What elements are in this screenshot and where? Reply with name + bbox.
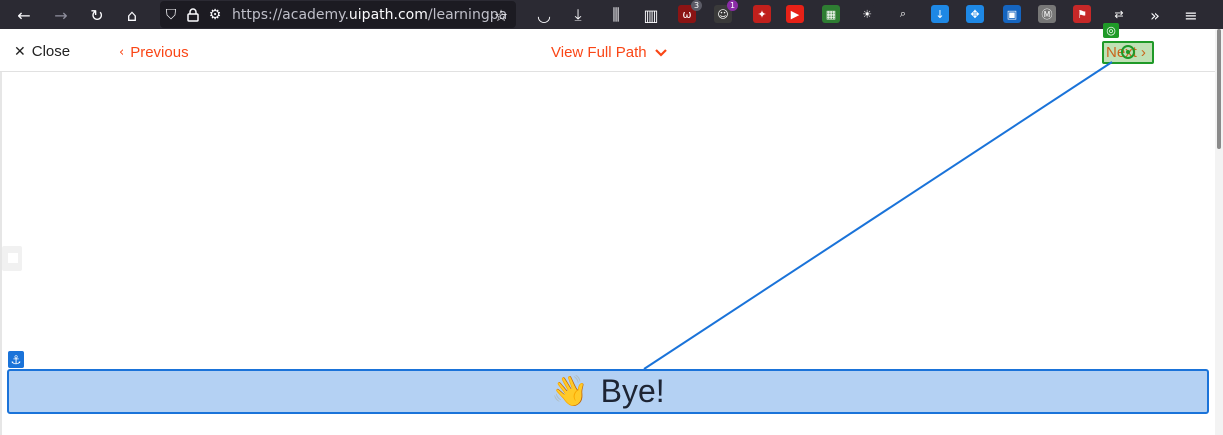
course-nav-bar: ✕ Close ‹ Previous View Full Path Next › [0, 34, 1215, 72]
back-icon[interactable]: ← [13, 4, 35, 26]
sun-icon[interactable]: ☀ [858, 5, 876, 23]
chevron-down-icon [654, 44, 667, 61]
url-text[interactable]: https://academy.uipath.com/learningpa [232, 7, 507, 23]
waving-hand-icon: 👋 [551, 373, 589, 409]
grey-extension-icon[interactable]: Ⓜ [1038, 5, 1056, 23]
lock-icon[interactable] [182, 4, 204, 26]
red-flag-icon[interactable]: ⚑ [1073, 5, 1091, 23]
page-scrollbar[interactable] [1215, 29, 1223, 435]
anchor-icon: ⚓ [8, 351, 24, 368]
home-icon[interactable]: ⌂ [121, 4, 143, 26]
previous-button[interactable]: ‹ Previous [119, 44, 189, 61]
shield-icon[interactable]: ⛉ [160, 4, 182, 26]
puzzle-icon[interactable]: ✥ [966, 5, 984, 23]
bye-text: Bye! [600, 373, 665, 409]
arrows-icon[interactable]: ⇄ [1110, 5, 1128, 23]
chevron-right-icon: › [1140, 44, 1146, 61]
bye-banner[interactable]: 👋 Bye! [7, 369, 1209, 414]
bookmark-star-icon[interactable]: ☆ [490, 4, 512, 26]
extension-badge: 3 [691, 0, 702, 11]
chevron-left-icon: ‹ [119, 45, 125, 60]
view-full-path-button[interactable]: View Full Path [551, 44, 667, 61]
clapper-icon[interactable]: ▣ [1003, 5, 1021, 23]
library-icon[interactable]: ⫼ [605, 4, 627, 26]
download-helper-icon[interactable]: ↓ [931, 5, 949, 23]
extension-glyph: ☺ [717, 7, 729, 21]
view-full-path-label: View Full Path [551, 44, 647, 61]
permissions-icon[interactable]: ⚙ [204, 4, 226, 26]
ublock-icon[interactable]: ω3 [678, 0, 702, 23]
url-bar[interactable]: ⛉ ⚙ https://academy.uipath.com/learningp… [160, 1, 516, 28]
reload-icon[interactable]: ↻ [86, 4, 108, 26]
extension-badge: 1 [727, 0, 738, 11]
url-prefix: https://academy. [232, 6, 349, 23]
pocket-icon[interactable]: ◡ [533, 4, 555, 26]
magic-wand-icon[interactable]: ✦ [753, 5, 771, 23]
browser-toolbar: ← → ↻ ⌂ ⛉ ⚙ https://academy.uipath.com/l… [0, 0, 1223, 29]
scrollbar-thumb[interactable] [1217, 29, 1221, 149]
close-label: Close [31, 43, 71, 60]
sidebar-icon[interactable]: ▥ [640, 4, 662, 26]
tampermonkey-icon[interactable]: ☺ 1 [714, 0, 738, 23]
url-domain: uipath.com [348, 6, 428, 23]
side-panel-handle[interactable] [2, 246, 22, 271]
grid-extension-icon[interactable]: ▦ [822, 5, 840, 23]
downloads-icon[interactable]: ⤓ [567, 4, 589, 26]
forward-icon[interactable]: → [50, 4, 72, 26]
previous-label: Previous [130, 44, 189, 61]
target-marker-icon: ◎ [1103, 23, 1119, 38]
close-icon: ✕ [14, 43, 26, 60]
close-button[interactable]: ✕ Close [14, 43, 70, 60]
hamburger-menu-icon[interactable]: ≡ [1180, 4, 1202, 26]
crosshair-icon [1121, 45, 1135, 59]
magnifier-icon[interactable]: ⌕ [894, 5, 912, 23]
overflow-icon[interactable]: » [1144, 4, 1166, 26]
youtube-icon[interactable]: ▶ [786, 5, 804, 23]
extension-glyph: ω [682, 7, 692, 21]
